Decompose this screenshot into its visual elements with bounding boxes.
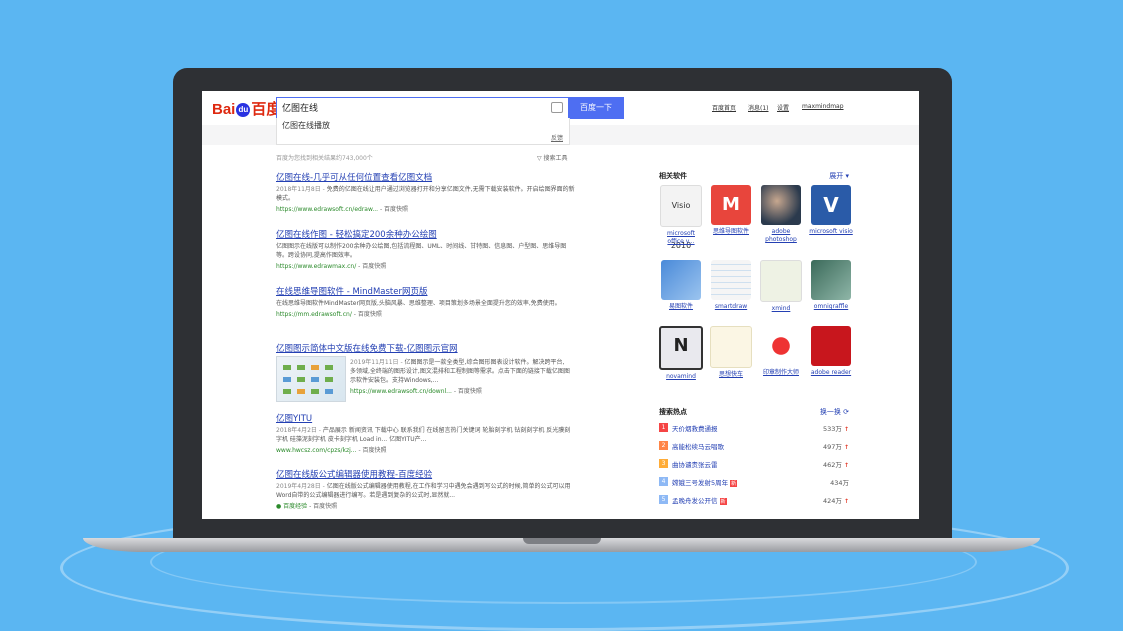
visio-v-icon: V [811,185,851,225]
hot-item[interactable]: 5 孟晚舟发公开信新 424万 ↑ [659,493,849,507]
result-title[interactable]: 亿图在线-几乎可从任何位置查看亿图文档 [276,171,576,183]
app-item[interactable]: smartdraw [709,260,753,311]
hot-item[interactable]: 1 天价烟救费通报 533万 ↑ [659,421,849,435]
smartdraw-icon [711,260,751,300]
app-item[interactable]: xmind [759,260,803,313]
result-item: 亿图在线-几乎可从任何位置查看亿图文档 2018年11月8日 - 免费的亿图在线… [276,171,576,213]
result-url[interactable]: https://www.edrawmax.cn/ - 百度快照 [276,261,576,270]
feedback-link[interactable]: 反馈 [551,133,563,142]
result-count: 百度为您找到相关结果约743,000个 [276,155,373,162]
mind-express-icon [710,326,752,368]
result-url[interactable]: https://www.edrawsoft.cn/downl... - 百度快照 [350,386,570,395]
app-item[interactable]: N novamind [659,326,703,381]
paw-icon: du [236,103,251,118]
nav-user-link[interactable]: maxmindmap [802,103,844,110]
result-item: 亿图在线版公式编辑器使用教程-百度经验 2019年4月28日 - 亿图在线版公式… [276,468,576,510]
novamind-icon: N [659,326,703,370]
app-item[interactable]: V microsoft visio [809,185,853,236]
related-software-panel: 相关软件 展开 ▾ Visio 2010 microsoft office v.… [659,171,859,401]
app-item[interactable]: M 思维导图软件 [709,185,753,236]
result-desc: 2018年4月2日 - 产品展示 新闻资讯 下载中心 联系我们 在线留言热门关键… [276,427,571,443]
result-thumbnail[interactable] [276,356,346,402]
result-item: 亿图图示简体中文版在线免费下载-亿图图示官网 2019年11月11日 - 亿图图… [276,342,576,412]
result-url[interactable]: ● 百度经验 - 百度快照 [276,501,576,510]
seal-maker-icon [761,326,801,366]
suggestion-item[interactable]: 亿图在线播放 [282,120,330,131]
new-badge: 新 [730,480,738,487]
result-desc: 在线思维导图软件MindMaster网页版,头脑风暴、思维整理、项目策划多场景全… [276,300,561,307]
result-item: 亿图YITU 2018年4月2日 - 产品展示 新闻资讯 下载中心 联系我们 在… [276,412,576,454]
new-badge: 新 [719,498,727,505]
result-desc: 亿图图示在线版可以制作200余种办公绘图,包括流程图、UML、时间线、甘特图、信… [276,243,567,259]
result-desc: 2018年11月8日 - 免费的亿图在线让用户通过浏览器打开和分享亿图文件,无需… [276,186,575,202]
search-tools-button[interactable]: ▽ 搜索工具 [537,153,568,162]
hot-item[interactable]: 2 高能松续马云唱歌 497万 ↑ [659,439,849,453]
result-title[interactable]: 亿图图示简体中文版在线免费下载-亿图图示官网 [276,342,576,354]
search-query: 亿图在线 [282,104,319,114]
result-title[interactable]: 亿图在线版公式编辑器使用教程-百度经验 [276,468,576,480]
app-item[interactable]: omnigraffle [809,260,853,311]
easy-chart-icon [661,260,701,300]
mindmaster-icon: M [711,185,751,225]
result-desc: 2019年11月11日 - 亿图图示是一款全类型,综合图形图表设计软件。解决跨平… [350,359,570,384]
nav-home-link[interactable]: 百度首页 [712,103,736,112]
result-item: 亿图在线作图 - 轻松搞定200余种办公绘图 亿图图示在线版可以制作200余种办… [276,228,576,270]
photoshop-icon [761,185,801,225]
result-item: 在线思维导图软件 - MindMaster网页版 在线思维导图软件MindMas… [276,285,576,318]
adobe-reader-icon [811,326,851,366]
xmind-icon [760,260,802,302]
hot-search-panel: 搜索热点 换一换 ⟳ 1 天价烟救费通报 533万 ↑ 2 高能松续马云唱歌 4… [659,407,859,517]
suggestion-dropdown: 亿图在线播放 反馈 [276,118,570,145]
hot-item[interactable]: 3 曲协谴责张云雷 462万 ↑ [659,457,849,471]
nav-settings-link[interactable]: 设置 [777,103,789,112]
app-item[interactable]: 易图软件 [659,260,703,311]
baidu-logo[interactable]: Bai du 百度 [212,98,281,119]
app-item[interactable]: adobe photoshop [759,185,803,244]
app-item[interactable]: adobe reader [809,326,853,377]
visio-icon: Visio 2010 [660,185,702,250]
nav-messages-link[interactable]: 消息(1) [748,103,769,112]
result-title[interactable]: 在线思维导图软件 - MindMaster网页版 [276,285,576,297]
refresh-button[interactable]: 换一换 ⟳ [820,407,849,417]
result-url[interactable]: https://mm.edrawsoft.cn/ - 百度快照 [276,309,576,318]
result-title[interactable]: 亿图YITU [276,412,576,424]
expand-button[interactable]: 展开 ▾ [829,171,849,181]
search-input[interactable]: 亿图在线 [276,97,570,119]
result-body: 2019年11月11日 - 亿图图示是一款全类型,综合图形图表设计软件。解决跨平… [350,356,570,395]
app-item[interactable]: 印章制作大师 [759,326,803,377]
result-url[interactable]: https://www.edrawsoft.cn/edraw... - 百度快照 [276,204,576,213]
hot-item[interactable]: 4 嫦娥三号发射5周年新 434万 [659,475,849,489]
result-title[interactable]: 亿图在线作图 - 轻松搞定200余种办公绘图 [276,228,576,240]
result-url[interactable]: www.hwcsz.com/cpzs/kzj... - 百度快照 [276,445,576,454]
camera-icon[interactable] [551,102,563,113]
laptop-notch [523,538,601,544]
omnigraffle-icon [811,260,851,300]
app-item[interactable]: Visio 2010 microsoft office v... [659,185,703,250]
app-item[interactable]: 思想快车 [709,326,753,379]
laptop-screen: Bai du 百度 亿图在线 百度一下 百度首页 消息(1) 设置 maxmindm… [202,91,919,519]
search-button[interactable]: 百度一下 [568,97,624,119]
result-desc: 2019年4月28日 - 亿图在线版公式编辑器使用教程,在工作和学习中遇免会遇到… [276,483,571,499]
